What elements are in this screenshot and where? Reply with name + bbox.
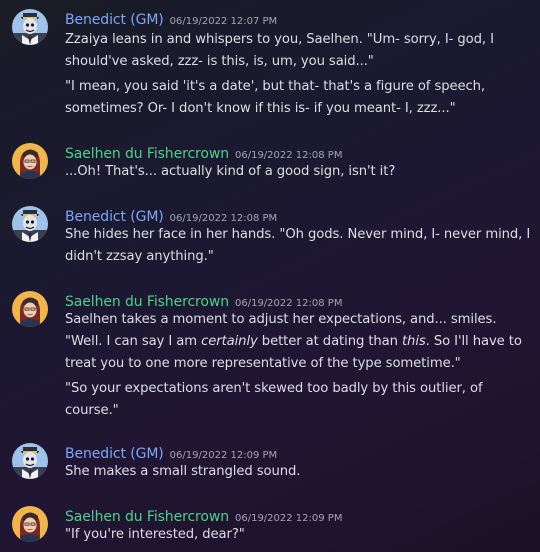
message-text: She makes a small strangled sound. xyxy=(65,464,301,479)
message-text: "So your expectations aren't skewed too … xyxy=(65,381,483,396)
saelhen-avatar-icon[interactable] xyxy=(12,143,48,179)
emphasis-text: this xyxy=(401,334,426,349)
message-header: Benedict (GM) 06/19/2022 12:07 PM xyxy=(65,10,277,31)
text-segment: "Well. I can say I am xyxy=(65,334,202,349)
author-name[interactable]: Saelhen du Fishercrown xyxy=(65,509,229,525)
author-name[interactable]: Saelhen du Fishercrown xyxy=(65,146,229,162)
message-text: She hides her face in her hands. "Oh god… xyxy=(65,227,531,242)
message-text: ...Oh! That's... actually kind of a good… xyxy=(65,164,396,179)
timestamp[interactable]: 06/19/2022 12:08 PM xyxy=(235,150,342,161)
message-text: "Well. I can say I am certainly better a… xyxy=(65,331,522,353)
author-name[interactable]: Saelhen du Fishercrown xyxy=(65,294,229,310)
saelhen-avatar-icon[interactable] xyxy=(12,506,48,542)
gm-avatar-icon[interactable] xyxy=(12,443,48,479)
message-text: Saelhen takes a moment to adjust her exp… xyxy=(65,312,497,327)
message-text: didn't zzsay anything." xyxy=(65,249,214,264)
timestamp[interactable]: 06/19/2022 12:09 PM xyxy=(170,450,277,461)
author-name[interactable]: Benedict (GM) xyxy=(65,12,164,28)
message-text: Zzaiya leans in and whispers to you, Sae… xyxy=(65,32,494,47)
text-segment: . So I'll have to xyxy=(425,334,522,349)
emphasis-text: certainly xyxy=(201,334,258,349)
author-name[interactable]: Benedict (GM) xyxy=(65,446,164,462)
timestamp[interactable]: 06/19/2022 12:08 PM xyxy=(170,213,277,224)
message-text: "If you're interested, dear?" xyxy=(65,527,245,542)
message-text: course." xyxy=(65,403,119,418)
message-text: should've asked, zzz- is this, is, um, y… xyxy=(65,54,374,69)
text-segment: better at dating than xyxy=(257,334,402,349)
timestamp[interactable]: 06/19/2022 12:07 PM xyxy=(170,16,277,27)
message-text: "I mean, you said 'it's a date', but tha… xyxy=(65,79,486,94)
author-name[interactable]: Benedict (GM) xyxy=(65,209,164,225)
timestamp[interactable]: 06/19/2022 12:08 PM xyxy=(235,298,342,309)
chat-log: Benedict (GM) 06/19/2022 12:07 PM Zzaiya … xyxy=(0,0,540,552)
message-text: treat you to one more representative of … xyxy=(65,356,461,371)
gm-avatar-icon[interactable] xyxy=(12,9,48,45)
message-text: sometimes? Or- I don't know if this is- … xyxy=(65,101,456,116)
timestamp[interactable]: 06/19/2022 12:09 PM xyxy=(235,513,342,524)
gm-avatar-icon[interactable] xyxy=(12,206,48,242)
saelhen-avatar-icon[interactable] xyxy=(12,291,48,327)
